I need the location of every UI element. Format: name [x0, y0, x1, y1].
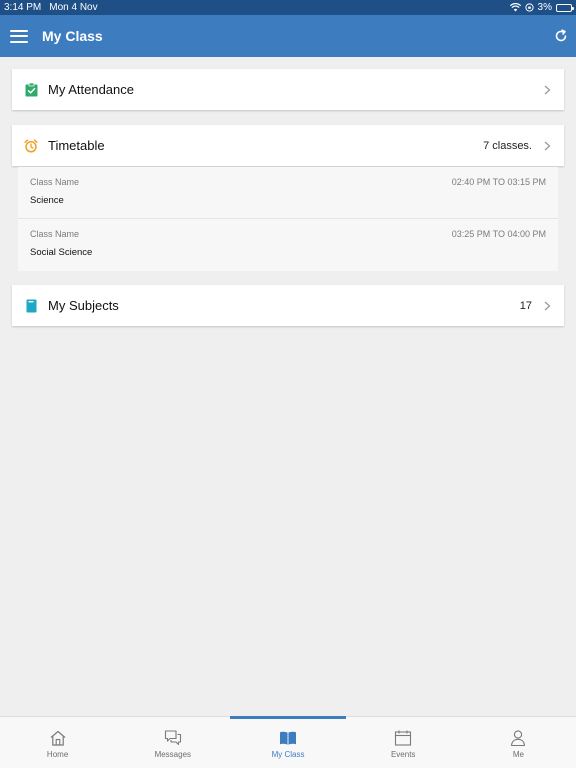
- status-time: 3:14 PM: [4, 2, 42, 13]
- tab-label: Home: [46, 750, 69, 759]
- tab-home[interactable]: Home: [0, 717, 115, 768]
- class-name-value: Science: [30, 195, 64, 206]
- tab-me[interactable]: Me: [461, 717, 576, 768]
- battery-percent: 3%: [537, 2, 552, 13]
- user-icon: [511, 730, 526, 747]
- class-name-value: Social Science: [30, 247, 93, 258]
- nav-bar: My Class: [0, 15, 576, 57]
- tab-label: My Class: [271, 750, 305, 759]
- clipboard-check-icon: [24, 82, 38, 97]
- timetable-title: Timetable: [48, 138, 105, 153]
- tab-label: Messages: [154, 750, 192, 759]
- book-icon: [280, 731, 296, 745]
- chevron-right-icon: [544, 141, 552, 151]
- class-time: 02:40 PM TO 03:15 PM: [451, 177, 546, 187]
- subjects-title: My Subjects: [48, 298, 119, 313]
- timetable-list: Class Name 02:40 PM TO 03:15 PM Science …: [18, 167, 558, 271]
- list-item[interactable]: Class Name 02:40 PM TO 03:15 PM Science: [18, 167, 558, 219]
- chevron-right-icon: [544, 301, 552, 311]
- orientation-lock-icon: [524, 3, 534, 12]
- list-item[interactable]: Class Name 03:25 PM TO 04:00 PM Social S…: [18, 219, 558, 271]
- chevron-right-icon: [544, 85, 552, 95]
- alarm-clock-icon: [24, 138, 38, 153]
- timetable-count: 7 classes.: [483, 139, 532, 152]
- tab-messages[interactable]: Messages: [115, 717, 230, 768]
- subjects-row[interactable]: My Subjects 17: [12, 285, 564, 326]
- hamburger-menu-icon[interactable]: [10, 29, 28, 43]
- status-right: 3%: [509, 2, 574, 13]
- tab-bar: Home Messages My Class Events Me: [0, 716, 576, 768]
- subjects-card[interactable]: My Subjects 17: [12, 285, 564, 326]
- attendance-title: My Attendance: [48, 82, 134, 97]
- subjects-count: 17: [519, 299, 532, 312]
- timetable-card[interactable]: Timetable 7 classes.: [12, 125, 564, 166]
- messages-icon: [164, 730, 181, 746]
- tab-events[interactable]: Events: [346, 717, 461, 768]
- book-icon: [24, 299, 38, 313]
- class-time: 03:25 PM TO 04:00 PM: [451, 229, 546, 239]
- tab-my-class[interactable]: My Class: [230, 716, 346, 768]
- timetable-row[interactable]: Timetable 7 classes.: [12, 125, 564, 166]
- page-title: My Class: [42, 28, 103, 44]
- attendance-row[interactable]: My Attendance: [12, 69, 564, 110]
- wifi-icon: [509, 3, 521, 12]
- tab-label: Me: [512, 750, 524, 759]
- attendance-card[interactable]: My Attendance: [12, 69, 564, 110]
- status-bar: 3:14 PM Mon 4 Nov 3%: [0, 0, 576, 15]
- battery-icon: [556, 3, 574, 12]
- refresh-icon[interactable]: [554, 29, 568, 43]
- status-date: Mon 4 Nov: [49, 2, 98, 13]
- tab-label: Events: [390, 750, 416, 759]
- calendar-icon: [395, 730, 412, 746]
- home-icon: [50, 730, 65, 746]
